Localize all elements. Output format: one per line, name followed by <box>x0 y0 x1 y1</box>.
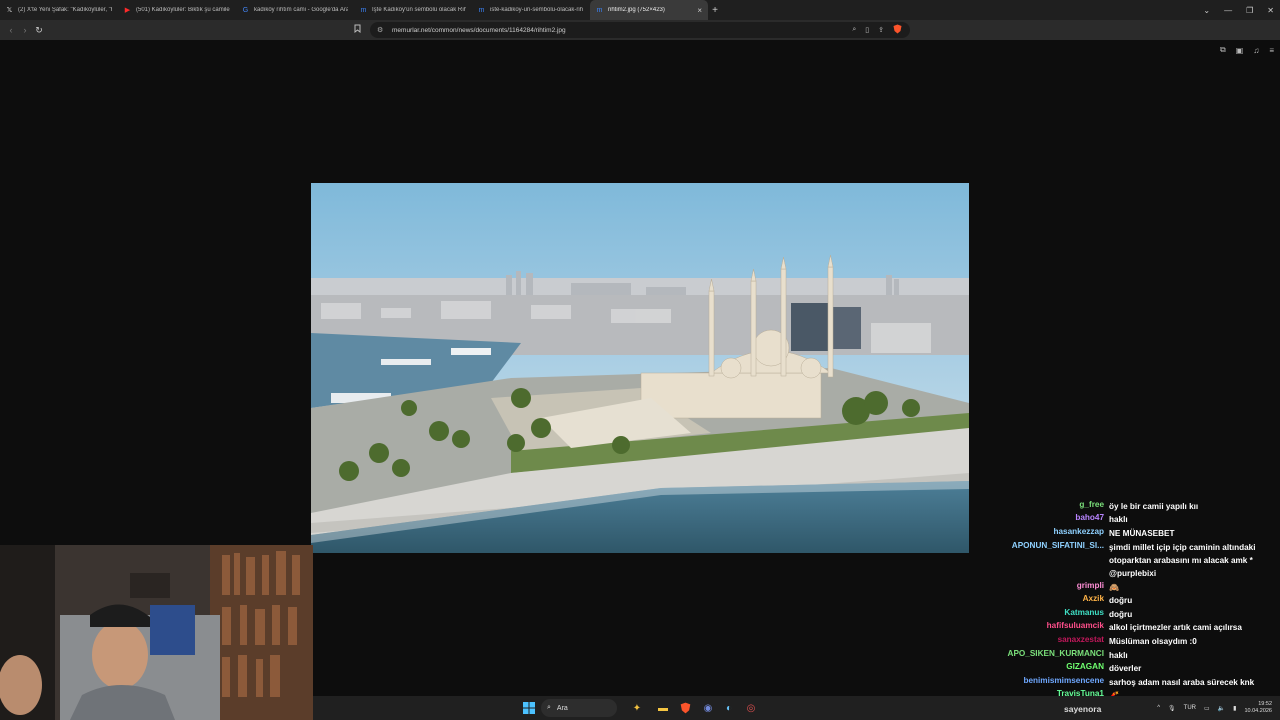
microphone-icon[interactable]: 🎙 <box>1168 705 1176 712</box>
chat-username[interactable]: baho47 <box>1075 513 1104 522</box>
brave-browser-icon[interactable] <box>678 701 692 715</box>
widgets-icon[interactable]: ✦ <box>630 701 644 715</box>
chat-username[interactable]: hasankezzap <box>1053 527 1104 536</box>
chat-text: 🙈 <box>1109 583 1120 592</box>
clock-date: 10.04.2026 <box>1244 708 1272 714</box>
menu-icon[interactable]: ≡ <box>1269 46 1274 55</box>
chat-username[interactable]: Katmanus <box>1064 608 1104 617</box>
search-icon: ⌕ <box>547 704 551 711</box>
tab-5[interactable]: m rihtim2.jpg (752×423) × <box>590 0 708 20</box>
reload-button[interactable]: ↻ <box>32 25 46 36</box>
back-button[interactable]: ‹ <box>4 25 18 35</box>
maximize-button[interactable]: ❐ <box>1246 6 1253 15</box>
minimize-button[interactable]: — <box>1224 6 1232 15</box>
windows-taskbar: ⌕ Ara ✦ ▬ ◉ ◐ ◎ ^ 🎙 TUR ▭ 🔈 ▮ 19:52 10.0… <box>313 696 1280 720</box>
tab-title: (501) Kadıköylüler: Biktık şu camilerd <box>136 7 230 13</box>
chat-text: öy le bir camii yapılı kıı <box>1109 502 1199 511</box>
file-explorer-icon[interactable]: ▬ <box>656 701 670 715</box>
chat-text: alkol içirtmezler artık cami açılırsa <box>1109 623 1242 632</box>
system-tray: ^ 🎙 TUR ▭ 🔈 ▮ 19:52 10.04.2026 <box>1157 696 1272 720</box>
close-window-button[interactable]: ✕ <box>1267 6 1274 15</box>
extensions-icon[interactable]: ⧉ <box>1220 45 1226 55</box>
tab-title: rihtim2.jpg (752×423) <box>608 7 665 13</box>
discord-icon[interactable]: ◉ <box>701 701 715 715</box>
chat-username[interactable]: benimismimsencene <box>1023 676 1104 685</box>
chat-username[interactable]: hafifsuluamcik <box>1047 621 1104 630</box>
address-bar[interactable]: ⚙ memurlar.net/common/news/documents/116… <box>370 22 910 38</box>
chat-username[interactable]: g_free <box>1079 500 1104 509</box>
tab-title: kadıköy rıhtım cami - Google'da Ara <box>254 7 348 13</box>
start-button[interactable] <box>522 701 536 715</box>
forward-button[interactable]: › <box>18 25 32 35</box>
taskbar-search[interactable]: ⌕ Ara <box>541 699 617 717</box>
tab-list: 𝕏 (2) X'te Yeni Şafak: "Kadıköylüler, "Ra… <box>0 0 708 20</box>
steam-icon[interactable]: ◐ <box>722 701 736 715</box>
navigation-bar: ‹ › ↻ ⚙ memurlar.net/common/news/documen… <box>0 20 1280 55</box>
media-icon[interactable]: ♫ <box>1253 46 1259 55</box>
zoom-icon[interactable]: ⌕ <box>852 26 856 34</box>
url-text: memurlar.net/common/news/documents/11642… <box>392 26 566 34</box>
chat-username[interactable]: APO_SIKEN_KURMANCI <box>1008 649 1104 658</box>
reader-icon[interactable]: ▯ <box>865 26 869 34</box>
clock-time: 19:52 <box>1258 701 1272 707</box>
chat-username[interactable]: sanaxzestat <box>1058 635 1104 644</box>
chat-text: doğru <box>1109 610 1133 619</box>
bookmark-icon[interactable] <box>354 24 361 35</box>
stream-chat: g_free öy le bir camii yapılı kıı baho47 ha… <box>990 499 1280 720</box>
chat-text: döverler <box>1109 664 1142 673</box>
chat-text: haklı <box>1109 515 1128 524</box>
obs-icon[interactable]: ◎ <box>744 701 758 715</box>
chat-username[interactable]: Axzik <box>1083 594 1104 603</box>
battery-icon[interactable]: ▮ <box>1233 705 1236 712</box>
volume-icon[interactable]: 🔈 <box>1218 705 1225 712</box>
tab-strip: 𝕏 (2) X'te Yeni Şafak: "Kadıköylüler, "Ra… <box>0 0 1280 20</box>
webcam-overlay <box>0 545 313 720</box>
tab-4[interactable]: m iste-kadikoy-un-sembolu-olacak-rih <box>472 0 590 20</box>
chat-text: doğru <box>1109 596 1133 605</box>
address-actions: ⌕ ▯ ⇪ <box>852 22 902 38</box>
memurlar-icon: m <box>478 6 485 14</box>
language-indicator[interactable]: TUR <box>1184 705 1196 711</box>
network-icon[interactable]: ▭ <box>1204 705 1210 712</box>
window-controls: ⌄ — ❐ ✕ <box>1203 0 1274 20</box>
chat-username[interactable]: APONUN_SIFATINI_SI... <box>1012 541 1104 550</box>
viewed-image-mosque-render[interactable] <box>311 183 969 553</box>
tab-0[interactable]: 𝕏 (2) X'te Yeni Şafak: "Kadıköylüler, "Ra <box>0 0 118 20</box>
memurlar-icon: m <box>596 6 603 14</box>
tab-title: İşte Kadıköy'ün sembolü olacak Rıhtı <box>372 7 466 13</box>
chat-text: Müslüman olsaydım :0 <box>1109 637 1197 646</box>
search-placeholder: Ara <box>556 704 568 712</box>
chat-overflow-username: sayenora <box>1064 704 1102 714</box>
clock[interactable]: 19:52 10.04.2026 <box>1244 701 1272 715</box>
youtube-icon: ▶ <box>124 7 131 14</box>
chat-username[interactable]: grimpli <box>1077 581 1104 590</box>
google-icon: G <box>242 6 249 14</box>
memurlar-icon: m <box>360 6 367 14</box>
toolbar-right: ⧉ ▣ ♫ ≡ <box>1220 40 1274 60</box>
tab-search-icon[interactable]: ⌄ <box>1203 6 1210 15</box>
chat-text: NE MÜNASEBET <box>1109 529 1175 538</box>
brave-shield-icon[interactable] <box>893 24 902 36</box>
tab-title: iste-kadikoy-un-sembolu-olacak-rih <box>490 7 584 13</box>
chat-text: haklı <box>1109 651 1128 660</box>
chat-text: şimdi millet içip içip caminin altındaki… <box>1109 543 1256 578</box>
tab-1[interactable]: ▶ (501) Kadıköylüler: Biktık şu camilerd <box>118 0 236 20</box>
tab-3[interactable]: m İşte Kadıköy'ün sembolü olacak Rıhtı <box>354 0 472 20</box>
tray-chevron-icon[interactable]: ^ <box>1157 705 1160 711</box>
chat-text: sarhoş adam nasıl araba sürecek knk <box>1109 678 1255 687</box>
tab-2[interactable]: Gkadıköy rıhtım cami - Google'da Ara <box>236 0 354 20</box>
wallet-icon[interactable]: ▣ <box>1236 46 1244 55</box>
tab-title: (2) X'te Yeni Şafak: "Kadıköylüler, "Ra <box>18 7 112 13</box>
site-info-icon[interactable]: ⚙ <box>377 26 383 34</box>
x-icon: 𝕏 <box>6 7 13 14</box>
new-tab-button[interactable]: + <box>708 5 722 16</box>
chat-username[interactable]: GIZAGAN <box>1066 662 1104 671</box>
share-icon[interactable]: ⇪ <box>878 26 884 34</box>
close-tab-icon[interactable]: × <box>697 6 702 15</box>
